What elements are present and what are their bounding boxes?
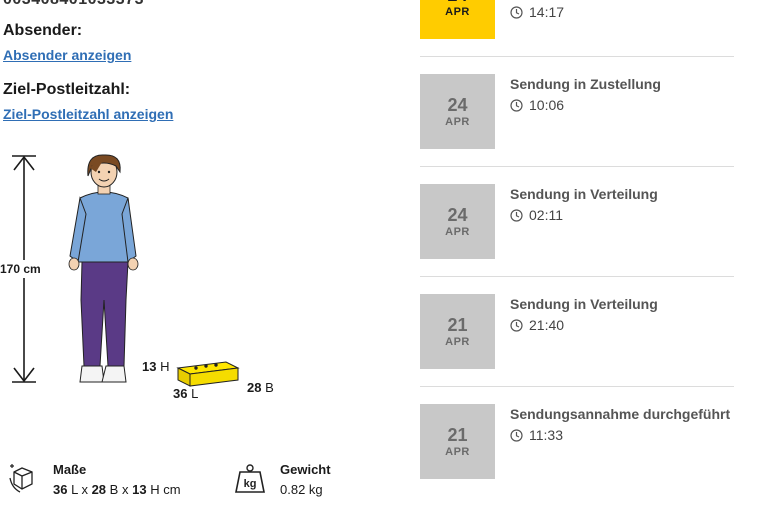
event-month: APR [445,6,470,18]
box-height-label: 13 H [142,359,170,374]
event-date-badge: 21 APR [420,294,495,369]
event-month: APR [445,116,470,128]
event-date-badge: 24 APR [420,184,495,259]
event-day: 24 [447,95,468,115]
event-month: APR [445,336,470,348]
event-time: 11:33 [510,427,563,443]
clock-icon [510,6,523,19]
event-title: Sendungsannahme durchgeführt [510,406,731,422]
event-time: 10:06 [510,97,564,113]
show-sender-link[interactable]: Absender anzeigen [3,47,131,63]
box-length-label: 36 L [173,386,199,401]
timeline-event: 24 APR 14:17 [420,0,734,39]
event-month: APR [445,226,470,238]
timeline-divider [420,56,734,57]
event-date-badge: 24 APR [420,74,495,149]
zip-label: Ziel-Postleitzahl: [3,81,131,98]
event-title: Sendung in Zustellung [510,76,661,92]
clock-icon [510,209,523,222]
weight-value: 0.82 kg [280,482,323,497]
event-title: Sendung in Verteilung [510,186,658,202]
person-height-label: 170 cm [0,262,41,276]
dimensions-title: Maße [53,462,87,477]
timeline-divider [420,386,734,387]
timeline-event: 21 APR Sendungsannahme durchgeführt 11:3… [420,404,734,479]
timeline-event: 21 APR Sendung in Verteilung 21:40 [420,294,734,369]
show-zip-link[interactable]: Ziel-Postleitzahl anzeigen [3,106,173,122]
timeline-event: 24 APR Sendung in Zustellung 10:06 [420,74,734,149]
event-day: 24 [447,205,468,225]
weight-title: Gewicht [280,462,331,477]
event-time: 21:40 [510,317,564,333]
clock-icon [510,319,523,332]
dimensions-value: 36 L x 28 B x 13 H cm [53,482,181,497]
sender-label: Absender: [3,22,83,39]
box-width-label: 28 B [247,380,274,395]
event-date-badge: 21 APR [420,404,495,479]
event-month: APR [445,446,470,458]
clock-icon [510,99,523,112]
event-day: 21 [447,315,468,335]
svg-text:kg: kg [244,478,257,490]
weight-icon: kg [235,464,265,493]
tracking-number: 003408401033373 [3,0,144,9]
clock-icon [510,429,523,442]
event-time: 02:11 [510,207,563,223]
timeline-divider [420,166,734,167]
event-date-badge: 24 APR [420,0,495,39]
parcel-box [176,361,240,387]
event-title: Sendung in Verteilung [510,296,658,312]
person-figure [68,154,139,383]
event-day: 21 [447,425,468,445]
event-time: 14:17 [510,4,564,20]
timeline-event: 24 APR Sendung in Verteilung 02:11 [420,184,734,259]
event-day: 24 [420,0,495,4]
dimensions-icon [9,464,33,493]
timeline-divider [420,276,734,277]
